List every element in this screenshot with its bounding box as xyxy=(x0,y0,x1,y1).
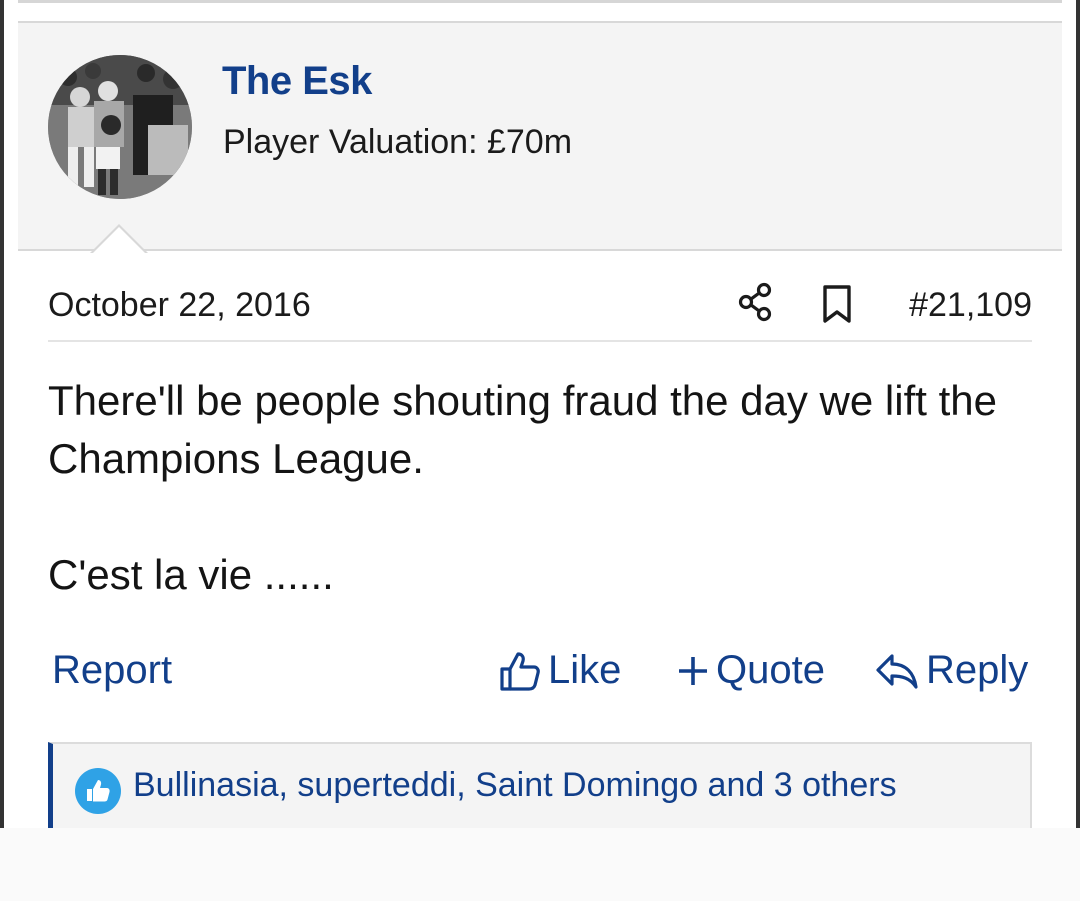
reply-button[interactable]: Reply xyxy=(874,648,1028,693)
message-paragraph: C'est la vie ...... xyxy=(48,551,334,598)
user-header: The Esk Player Valuation: £70m xyxy=(18,21,1062,251)
footballer-photo-icon xyxy=(48,55,192,199)
post-date[interactable]: October 22, 2016 xyxy=(48,286,311,325)
username[interactable]: The Esk xyxy=(222,59,372,104)
share-icon[interactable] xyxy=(738,282,774,327)
message-paragraph: There'll be people shouting fraud the da… xyxy=(48,377,997,482)
post-actions: Report Like Quote Reply xyxy=(52,640,1032,704)
thumbs-up-outline-icon xyxy=(500,651,540,691)
reply-arrow-icon xyxy=(876,653,918,689)
post-meta: October 22, 2016 #21,109 xyxy=(48,280,1032,342)
bookmark-icon[interactable] xyxy=(822,284,852,329)
quote-label: Quote xyxy=(716,648,825,692)
post-container: The Esk Player Valuation: £70m October 2… xyxy=(0,0,1080,828)
report-button[interactable]: Report xyxy=(52,648,172,693)
post-message: There'll be people shouting fraud the da… xyxy=(48,372,1032,604)
frame-border-left xyxy=(0,0,4,828)
quote-button[interactable]: Quote xyxy=(676,648,825,693)
frame-border-right xyxy=(1076,0,1080,828)
like-button[interactable]: Like xyxy=(498,648,621,693)
avatar[interactable] xyxy=(48,55,192,199)
reactions-bar: Bullinasia, superteddi, Saint Domingo an… xyxy=(48,742,1032,828)
thumbs-up-icon xyxy=(75,768,121,814)
post-number[interactable]: #21,109 xyxy=(909,286,1032,325)
user-title: Player Valuation: £70m xyxy=(223,123,573,161)
reactions-list[interactable]: Bullinasia, superteddi, Saint Domingo an… xyxy=(133,766,897,805)
like-label: Like xyxy=(548,648,622,692)
reply-label: Reply xyxy=(926,648,1029,692)
plus-icon xyxy=(679,656,707,685)
divider xyxy=(18,0,1062,3)
